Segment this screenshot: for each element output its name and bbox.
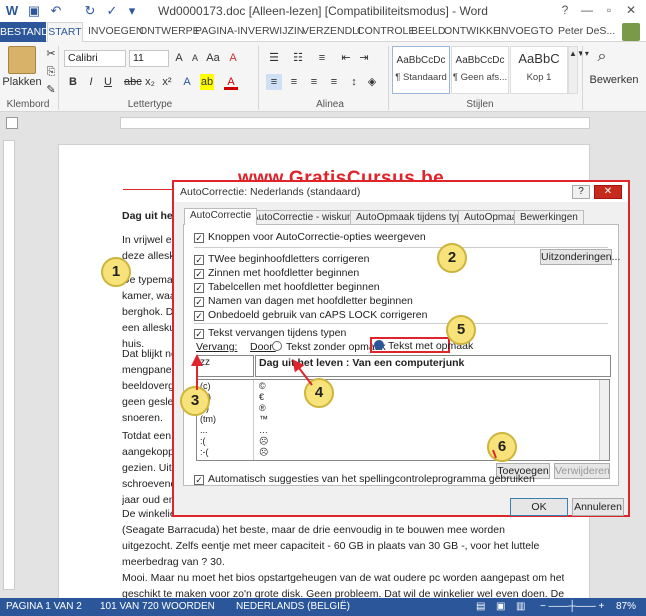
zoom-slider[interactable]: − ——┼—— + bbox=[540, 601, 604, 612]
page-count[interactable]: PAGINA 1 VAN 2 bbox=[6, 601, 82, 612]
print-layout-icon[interactable]: ▣ bbox=[496, 601, 505, 612]
read-mode-icon[interactable]: ▤ bbox=[476, 601, 485, 612]
language[interactable]: NEDERLANDS (BELGIË) bbox=[236, 601, 350, 612]
status-bar: PAGINA 1 VAN 2 101 VAN 720 WOORDEN NEDER… bbox=[0, 598, 646, 616]
word-count[interactable]: 101 VAN 720 WOORDEN bbox=[100, 601, 215, 612]
dlg-tab-autocorrect[interactable]: AutoCorrectie bbox=[184, 208, 258, 225]
web-layout-icon[interactable]: ▥ bbox=[516, 601, 525, 612]
callout-arrows bbox=[191, 354, 497, 459]
zoom-level[interactable]: 87% bbox=[616, 601, 636, 612]
